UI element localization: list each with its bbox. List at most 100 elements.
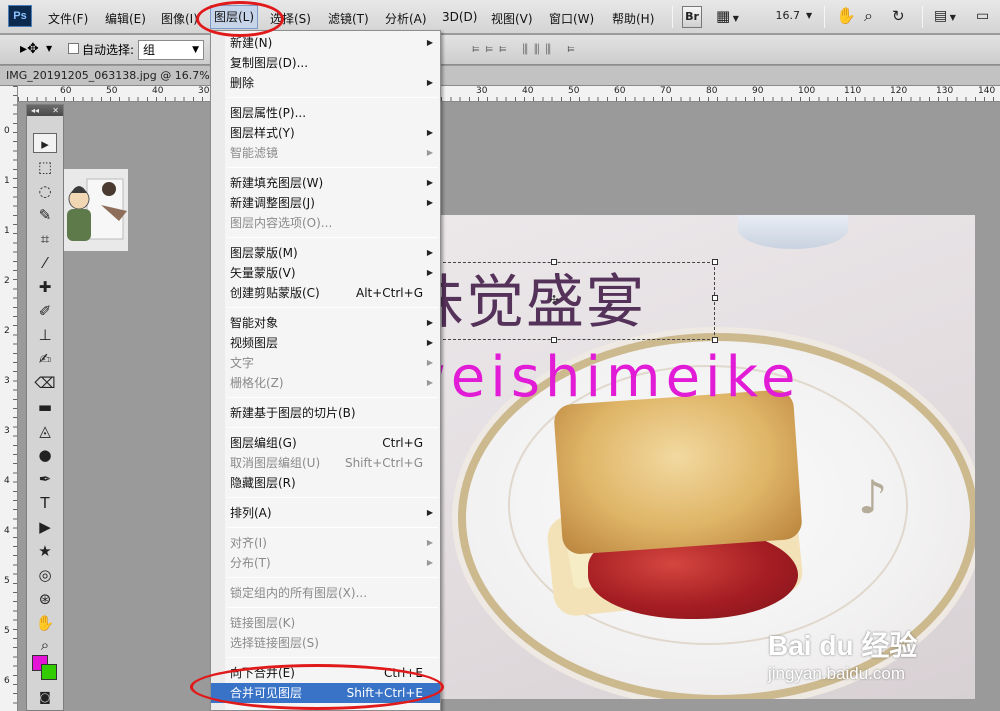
align-buttons-group[interactable]: ⫢⫢⫢ ⫴⫴⫴ ⫢: [472, 41, 581, 56]
blur-tool-icon[interactable]: ◬: [33, 421, 57, 441]
tool-preset-chevron-icon[interactable]: ▼: [46, 44, 52, 53]
zoom-tool-icon[interactable]: ⌕: [864, 6, 873, 28]
auto-select-target-select[interactable]: 组 ▼: [138, 40, 204, 60]
dodge-tool-icon[interactable]: ●: [33, 445, 57, 465]
layer-menu-item[interactable]: 新建基于图层的切片(B): [211, 403, 440, 423]
submenu-arrow-icon: ▶: [426, 318, 433, 327]
menu-window[interactable]: 窗口(W): [549, 10, 594, 27]
menu-separator: [227, 497, 438, 498]
layer-menu-item[interactable]: 新建(N) ▶: [211, 33, 440, 53]
document-tab[interactable]: IMG_20191205_063138.jpg @ 16.7% (: [6, 69, 217, 82]
layer-menu-item-shortcut: Shift+Ctrl+G: [344, 456, 423, 470]
layer-menu-item: 分布(T) ▶: [211, 553, 440, 573]
3d-rotate-tool-icon[interactable]: ◎: [33, 565, 57, 585]
zoom-level[interactable]: 16.7: [760, 6, 804, 28]
layer-menu-item-label: 新建调整图层(J): [230, 196, 315, 210]
menu-separator: [227, 427, 438, 428]
quick-mask-icon[interactable]: ◙: [33, 687, 57, 707]
3d-orbit-tool-icon[interactable]: ⊛: [33, 589, 57, 609]
layer-menu-item[interactable]: 图层编组(G) Ctrl+G: [211, 433, 440, 453]
layer-menu-item[interactable]: 新建填充图层(W) ▶: [211, 173, 440, 193]
rotate-view-icon[interactable]: ↻: [892, 6, 905, 28]
bridge-button[interactable]: Br: [682, 6, 702, 28]
view-extras-button[interactable]: ▦ ▼: [716, 6, 750, 28]
move-tool-icon[interactable]: ▸✥: [20, 41, 39, 57]
title-text-layer[interactable]: 味觉盛宴: [406, 255, 646, 339]
path-selection-tool-icon[interactable]: ▶: [33, 517, 57, 537]
layer-menu-item[interactable]: 创建剪贴蒙版(C) Alt+Ctrl+G: [211, 283, 440, 303]
menu-separator: [227, 527, 438, 528]
arrange-documents-icon[interactable]: ▤ ▼: [934, 6, 956, 28]
shape-tool-icon[interactable]: ★: [33, 541, 57, 561]
auto-select-checkbox[interactable]: [68, 43, 79, 54]
layer-menu-item[interactable]: 矢量蒙版(V) ▶: [211, 263, 440, 283]
menu-separator: [227, 307, 438, 308]
eyedropper-tool-icon[interactable]: ⁄: [33, 253, 57, 273]
move-tool-icon[interactable]: ▸: [33, 133, 57, 153]
menu-select[interactable]: 选择(S): [270, 10, 311, 27]
submenu-arrow-icon: ▶: [426, 148, 433, 157]
hand-tool-icon[interactable]: ✋: [33, 613, 57, 633]
quick-selection-tool-icon[interactable]: ✎: [33, 205, 57, 225]
clone-stamp-tool-icon[interactable]: ⊥: [33, 325, 57, 345]
ruler-tick-label: 100: [798, 86, 816, 96]
collapse-panel-icon[interactable]: ◂◂: [31, 105, 39, 116]
menu-view[interactable]: 视图(V): [491, 10, 533, 27]
menu-image[interactable]: 图像(I): [161, 10, 198, 27]
history-brush-tool-icon[interactable]: ✍: [33, 349, 57, 369]
layer-menu-item: 文字 ▶: [211, 353, 440, 373]
document-tab-bar: IMG_20191205_063138.jpg @ 16.7% (: [0, 66, 1000, 86]
menu-file[interactable]: 文件(F): [48, 10, 88, 27]
zoom-dropdown-chevron-icon[interactable]: ▼: [806, 6, 812, 28]
brush-tool-icon[interactable]: ✐: [33, 301, 57, 321]
menu-analysis[interactable]: 分析(A): [385, 10, 427, 27]
pen-tool-icon[interactable]: ✒: [33, 469, 57, 489]
tools-panel-header[interactable]: ◂◂ ✕: [27, 105, 63, 116]
submenu-arrow-icon: ▶: [426, 178, 433, 187]
layer-menu-item-label: 图层编组(G): [230, 436, 297, 450]
layer-menu-item-label: 复制图层(D)...: [230, 56, 309, 70]
layer-menu-item[interactable]: 新建调整图层(J) ▶: [211, 193, 440, 213]
menu-layer[interactable]: 图层(L): [210, 5, 259, 29]
submenu-arrow-icon: ▶: [426, 198, 433, 207]
ruler-tick-label: 130: [936, 86, 954, 96]
healing-brush-tool-icon[interactable]: ✚: [33, 277, 57, 297]
hand-tool-icon[interactable]: ✋: [836, 6, 856, 28]
crop-tool-icon[interactable]: ⌗: [33, 229, 57, 249]
layer-menu-item[interactable]: 视频图层 ▶: [211, 333, 440, 353]
layer-menu-item[interactable]: 删除 ▶: [211, 73, 440, 93]
background-color-swatch[interactable]: [41, 664, 57, 680]
ruler-tick-label: 120: [890, 86, 908, 96]
layer-menu-item[interactable]: 合并可见图层 Shift+Ctrl+E: [211, 683, 440, 703]
chevron-down-icon: ▼: [730, 14, 739, 23]
menu-help[interactable]: 帮助(H): [612, 10, 654, 27]
layer-menu-item-shortcut: Ctrl+G: [382, 436, 423, 450]
layer-menu-item[interactable]: 复制图层(D)...: [211, 53, 440, 73]
menu-3d[interactable]: 3D(D): [442, 10, 477, 24]
ruler-tick-label: 60: [60, 86, 72, 96]
zoom-tool-icon[interactable]: ⌕: [33, 635, 57, 655]
type-tool-icon[interactable]: T: [33, 493, 57, 513]
close-panel-icon[interactable]: ✕: [52, 105, 59, 116]
submenu-arrow-icon: ▶: [426, 128, 433, 137]
gradient-tool-icon[interactable]: ▬: [33, 397, 57, 417]
menu-filter[interactable]: 滤镜(T): [328, 10, 369, 27]
layer-menu-item[interactable]: 图层样式(Y) ▶: [211, 123, 440, 143]
layer-menu-item-label: 取消图层编组(U): [230, 456, 321, 470]
layer-menu-item[interactable]: 图层属性(P)...: [211, 103, 440, 123]
layer-menu-item[interactable]: 智能对象 ▶: [211, 313, 440, 333]
screen-mode-icon[interactable]: ▭: [976, 6, 989, 28]
layer-menu-item: 锁定组内的所有图层(X)...: [211, 583, 440, 603]
lasso-tool-icon[interactable]: ◌: [33, 181, 57, 201]
menu-edit[interactable]: 编辑(E): [105, 10, 146, 27]
layer-menu-item[interactable]: 向下合并(E) Ctrl+E: [211, 663, 440, 683]
layer-menu-item[interactable]: 隐藏图层(R): [211, 473, 440, 493]
eraser-tool-icon[interactable]: ⌫: [33, 373, 57, 393]
ruler-tick-label: 5: [4, 576, 10, 586]
subtitle-text-layer[interactable]: weishimeike: [400, 345, 801, 410]
vertical-ruler[interactable]: 0 1 1 2 2 3 3 4 4 5 5 6: [0, 86, 18, 711]
marquee-tool-icon[interactable]: ⬚: [33, 157, 57, 177]
horizontal-ruler[interactable]: 60 50 40 30 30 40 50 60 70 80 90 100 110…: [18, 86, 1000, 102]
layer-menu-item[interactable]: 图层蒙版(M) ▶: [211, 243, 440, 263]
layer-menu-item[interactable]: 排列(A) ▶: [211, 503, 440, 523]
